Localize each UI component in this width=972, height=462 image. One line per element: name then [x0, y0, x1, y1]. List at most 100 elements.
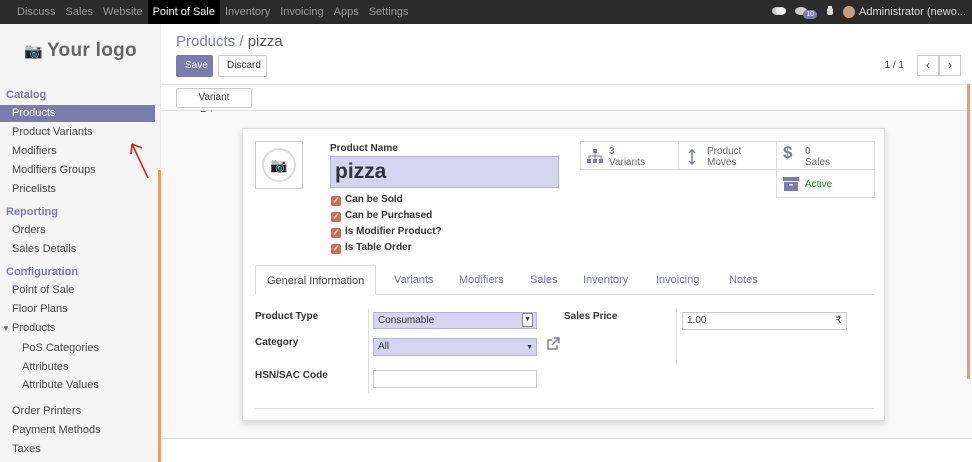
category-select[interactable]: All ▼: [373, 338, 537, 356]
breadcrumb: Products / pizza: [176, 33, 283, 50]
checkbox-label: Can be Purchased: [345, 210, 433, 221]
hsn-code-input[interactable]: [373, 370, 537, 388]
caret-down-icon: ▼: [2, 324, 10, 333]
user-menu[interactable]: Administrator (newo...: [843, 5, 966, 19]
variants-label: Variants: [609, 157, 645, 168]
variant-prices-button[interactable]: Variant Prices: [176, 88, 252, 121]
menu-website[interactable]: Website: [98, 0, 148, 24]
sales-smart-button[interactable]: $ 0 Sales: [776, 141, 875, 170]
right-accent-strip: [967, 84, 970, 379]
menu-sales[interactable]: Sales: [61, 0, 99, 24]
sales-price-value: 1.00: [687, 315, 707, 326]
company-logo[interactable]: 📷 Your logo: [24, 40, 137, 62]
sidebar-item-pricelists[interactable]: Pricelists: [0, 181, 155, 198]
save-button[interactable]: Save: [176, 55, 213, 77]
activity-badge: 10: [803, 9, 818, 19]
sidebar-item-products[interactable]: Products: [0, 105, 155, 122]
sidebar-item-pos-categories[interactable]: PoS Categories: [0, 340, 155, 357]
active-toggle-button[interactable]: Active: [776, 169, 875, 198]
tab-general-information[interactable]: General Information: [255, 265, 377, 295]
camera-icon: 📷: [262, 148, 296, 182]
checkbox-label: Can be Sold: [345, 194, 403, 205]
section-configuration: Configuration: [6, 266, 79, 278]
category-label: Category: [255, 337, 299, 348]
sidebar-item-floor-plans[interactable]: Floor Plans: [0, 301, 155, 318]
sales-label: Sales: [805, 157, 831, 168]
sidebar-item-orders[interactable]: Orders: [0, 222, 155, 239]
sales-count: 0: [805, 146, 811, 157]
app-menu: Discuss Sales Website Point of Sale Inve…: [0, 0, 413, 24]
sidebar-item-sales-details[interactable]: Sales Details: [0, 241, 155, 258]
tab-invoicing[interactable]: Invoicing: [645, 265, 710, 295]
sidebar-item-order-printers[interactable]: Order Printers: [0, 403, 155, 420]
chat-icon[interactable]: [772, 6, 787, 19]
user-name: Administrator (newo...: [859, 5, 966, 18]
breadcrumb-parent[interactable]: Products /: [176, 33, 244, 50]
menu-apps[interactable]: Apps: [329, 0, 364, 24]
sidebar-item-point-of-sale[interactable]: Point of Sale: [0, 282, 155, 299]
menu-discuss[interactable]: Discuss: [12, 0, 61, 24]
systray: 10 Administrator (newo...: [772, 0, 966, 24]
checkbox-label: Is Modifier Product?: [345, 226, 442, 237]
sidebar-item-payment-methods[interactable]: Payment Methods: [0, 422, 155, 439]
pager-next-button[interactable]: ›: [939, 55, 961, 76]
sidebar-item-config-products[interactable]: ▼ Products: [0, 320, 155, 337]
checkbox-can-be-purchased[interactable]: ✓ Can be Purchased: [331, 210, 432, 222]
moves-label-line2: Moves: [707, 157, 737, 168]
logo-text: Your logo: [46, 40, 137, 61]
field-divider: [676, 309, 677, 365]
checkbox-checked-icon: ✓: [331, 244, 341, 254]
product-image[interactable]: 📷: [255, 141, 303, 189]
tab-modifiers[interactable]: Modifiers: [448, 265, 515, 295]
product-type-select[interactable]: Consumable ▼: [373, 312, 537, 329]
product-moves-smart-button[interactable]: Product Moves: [678, 141, 777, 170]
category-value: All: [378, 341, 390, 352]
menu-inventory[interactable]: Inventory: [220, 0, 275, 24]
checkbox-is-table-order[interactable]: ✓ Is Table Order: [331, 242, 412, 254]
menu-invoicing[interactable]: Invoicing: [275, 0, 328, 24]
annotation-arrow-icon: [130, 143, 149, 179]
camera-icon: 📷: [24, 43, 43, 60]
variants-count: 3: [609, 146, 615, 157]
checkbox-checked-icon: ✓: [331, 228, 341, 238]
moves-label-line1: Product: [707, 146, 742, 157]
product-type-value: Consumable: [378, 315, 435, 326]
caret-down-icon: ▼: [526, 344, 533, 351]
sidebar-item-taxes[interactable]: Taxes: [0, 441, 155, 458]
product-name-input[interactable]: pizza: [330, 156, 559, 188]
checkbox-checked-icon: ✓: [331, 196, 341, 206]
currency-symbol: ₹: [835, 315, 842, 326]
external-link-icon[interactable]: [546, 337, 560, 354]
sidebar: 📷 Your logo Catalog Products Product Vari…: [0, 24, 161, 462]
archive-icon: [783, 177, 799, 192]
section-reporting: Reporting: [6, 206, 58, 218]
tab-notes[interactable]: Notes: [718, 265, 769, 295]
active-label: Active: [805, 179, 833, 190]
checkbox-is-modifier-product[interactable]: ✓ Is Modifier Product?: [331, 226, 442, 238]
discard-button[interactable]: Discard: [218, 55, 267, 77]
section-catalog: Catalog: [6, 89, 47, 101]
breadcrumb-current: pizza: [247, 33, 283, 50]
product-type-label: Product Type: [255, 311, 319, 322]
avatar: [843, 6, 856, 19]
statusbar: Variant Prices: [161, 85, 972, 121]
checkbox-label: Is Table Order: [345, 242, 412, 253]
checkbox-can-be-sold[interactable]: ✓ Can be Sold: [331, 194, 403, 206]
menu-settings[interactable]: Settings: [364, 0, 414, 24]
variants-smart-button[interactable]: 3 Variants: [580, 141, 679, 170]
tab-sales[interactable]: Sales: [519, 265, 569, 295]
sidebar-item-attributes[interactable]: Attributes: [0, 359, 155, 376]
dollar-icon: $: [783, 143, 793, 162]
product-name-label: Product Name: [330, 143, 398, 154]
sidebar-item-product-variants[interactable]: Product Variants: [0, 124, 155, 141]
sales-price-input[interactable]: 1.00 ₹: [682, 312, 847, 330]
tab-variants[interactable]: Variants: [383, 265, 445, 295]
field-divider: [368, 309, 369, 393]
sidebar-item-attribute-values[interactable]: Attribute Values: [0, 377, 155, 394]
sheet-divider: [255, 408, 874, 409]
activity-icon[interactable]: 10: [795, 6, 818, 19]
menu-point-of-sale[interactable]: Point of Sale: [147, 0, 220, 24]
tab-inventory[interactable]: Inventory: [572, 265, 639, 295]
bug-icon[interactable]: [826, 5, 834, 19]
pager-previous-button[interactable]: ‹: [917, 55, 939, 76]
